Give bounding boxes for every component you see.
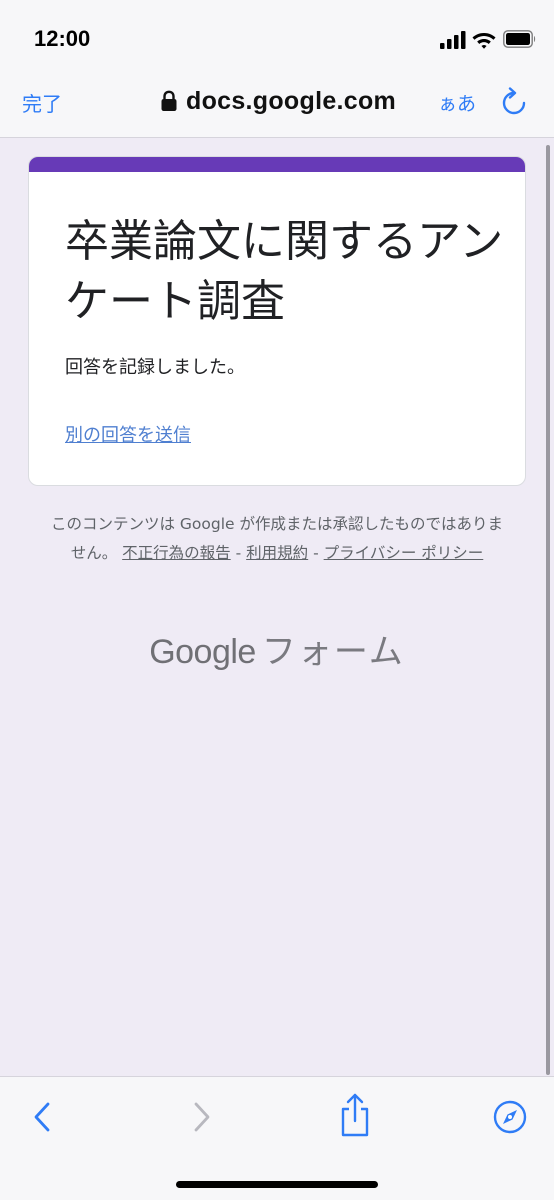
disclaimer: このコンテンツは Google が作成または承認したものではありません。 不正行… xyxy=(50,510,504,568)
status-time: 12:00 xyxy=(34,26,91,51)
status-bar: 12:00 xyxy=(0,0,554,72)
submit-another-response-link[interactable]: 別の回答を送信 xyxy=(65,421,191,447)
confirmation-message: 回答を記録しました。 xyxy=(65,357,245,378)
back-icon[interactable] xyxy=(30,1101,54,1133)
separator: - xyxy=(235,544,242,562)
forward-icon[interactable] xyxy=(190,1101,214,1133)
privacy-policy-link[interactable]: プライバシー ポリシー xyxy=(324,544,484,562)
card-accent-bar xyxy=(29,157,525,172)
share-icon[interactable] xyxy=(338,1093,372,1137)
form-title: 卒業論文に関するアンケート調査 xyxy=(65,216,504,327)
browser-header: 完了 docs.google.com ぁあ xyxy=(0,72,554,138)
battery-icon xyxy=(503,30,536,48)
reload-icon[interactable] xyxy=(500,87,528,117)
form-card: 卒業論文に関するアンケート調査 回答を記録しました。 別の回答を送信 xyxy=(28,156,526,486)
done-button[interactable]: 完了 xyxy=(22,88,62,117)
text-size-button[interactable]: ぁあ xyxy=(438,89,476,116)
separator: - xyxy=(313,544,319,562)
lock-icon xyxy=(161,90,177,111)
report-abuse-link[interactable]: 不正行為の報告 xyxy=(122,544,231,562)
screen: 12:00 完了 docs.google.com ぁあ 卒業論文に関するアンケー… xyxy=(0,0,554,1200)
url-text: docs.google.com xyxy=(186,86,397,115)
footer-product: フォーム xyxy=(261,632,405,672)
compass-icon[interactable] xyxy=(493,1100,527,1134)
terms-link[interactable]: 利用規約 xyxy=(246,544,308,562)
home-indicator[interactable] xyxy=(176,1181,378,1188)
signal-icon xyxy=(440,31,466,49)
address-bar[interactable]: docs.google.com xyxy=(160,84,396,118)
wifi-icon xyxy=(472,33,496,49)
footer-brand: Google xyxy=(149,633,256,671)
google-forms-logo[interactable]: Google フォーム xyxy=(0,624,554,673)
scroll-indicator[interactable] xyxy=(546,145,550,1075)
